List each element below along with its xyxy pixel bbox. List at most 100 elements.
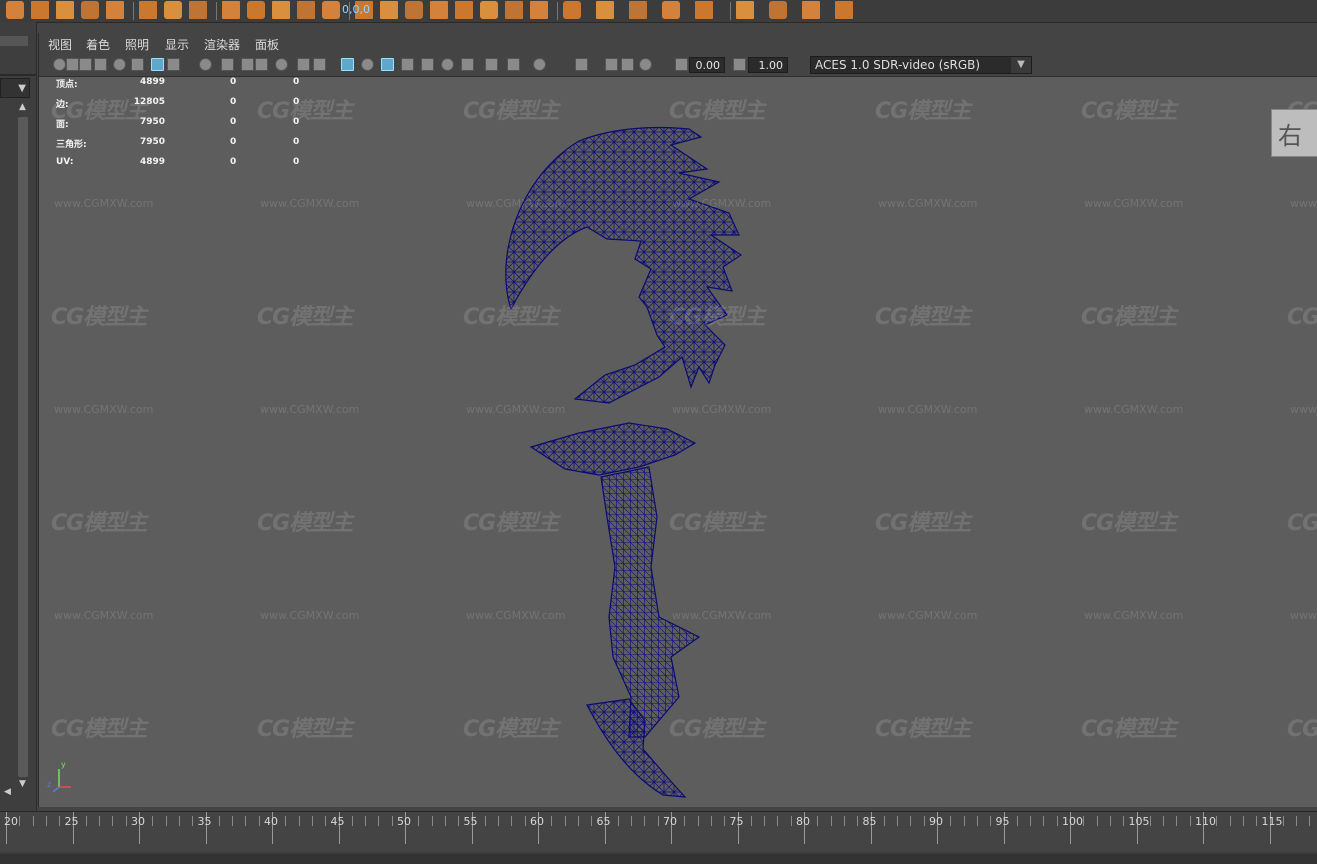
scroll-up-icon[interactable]: ▲ [19,102,26,112]
timeline-tick [684,816,686,826]
timeline-tick [99,816,101,826]
xray-joints-icon[interactable] [605,58,618,71]
crease-icon[interactable] [736,1,754,19]
grease-pencil-icon[interactable] [151,58,164,71]
timeline-tick [976,816,978,826]
timeline[interactable]: 20 25 30 35 40 45 50 55 60 65 70 75 80 85 90 95 100 105 11… [0,811,1317,864]
smooth-icon[interactable] [430,1,448,19]
image-plane-icon[interactable] [113,58,126,71]
film-gate-icon[interactable] [199,58,212,71]
menu-show[interactable]: 显示 [165,36,189,53]
safe-title-icon[interactable] [297,58,310,71]
grid-icon[interactable] [167,58,180,71]
extrude-icon[interactable] [272,1,290,19]
motion-blur-icon[interactable] [461,58,474,71]
select-object-icon[interactable] [222,1,240,19]
multicut-icon[interactable] [629,1,647,19]
strip-collapse-icon[interactable]: ◀ [4,787,11,797]
dof-icon[interactable] [507,58,520,71]
text-tool-icon[interactable] [56,1,74,19]
menu-view[interactable]: 视图 [48,36,72,53]
timeline-tick [192,816,194,826]
near-clip-field[interactable]: 0.00 [689,57,725,73]
timeline-tick [1229,816,1231,826]
mirror-icon[interactable] [380,1,398,19]
field-chart-icon[interactable] [255,58,268,71]
exposure-icon[interactable] [639,58,652,71]
watermark-url: www.CGMXW.com [54,403,154,416]
timeline-label: 60 [530,815,544,828]
strip-tab[interactable] [0,36,28,46]
watermark-url: www.CGMXW.com [1290,609,1317,622]
color-management-dropdown[interactable]: ACES 1.0 SDR-video (sRGB) ▼ [810,56,1032,74]
coordinate-icon[interactable] [189,1,207,19]
watermark-logo: CG模型主 [669,511,765,536]
resolution-gate-icon[interactable] [221,58,234,71]
far-clip-field[interactable]: 1.00 [748,57,788,73]
uv-icon[interactable] [835,1,853,19]
timeline-label: 70 [663,815,677,828]
guard-mesh [529,422,697,476]
gate-mask-icon[interactable] [241,58,254,71]
append-icon[interactable] [596,1,614,19]
timeline-tick [1030,816,1032,826]
bevel-icon[interactable] [247,1,265,19]
fill-hole-icon[interactable] [563,1,581,19]
cleanup-icon[interactable] [480,1,498,19]
shadows-icon[interactable] [421,58,434,71]
snap-icon[interactable] [139,1,157,19]
cm-toggle-icon[interactable] [733,58,746,71]
move-pivot-icon[interactable] [164,1,182,19]
watermark-logo: CG模型主 [51,511,147,536]
svg-icon[interactable] [81,1,99,19]
timeline-label: 80 [796,815,810,828]
time-ruler[interactable]: 20 25 30 35 40 45 50 55 60 65 70 75 80 85 90 95 100 105 11… [0,812,1317,852]
isolate-select-icon[interactable] [533,58,546,71]
timeline-tick [830,816,832,826]
triangulate-icon[interactable] [505,1,523,19]
reduce-icon[interactable] [455,1,473,19]
target-weld-icon[interactable] [662,1,680,19]
gamma-icon[interactable] [675,58,688,71]
boolean-icon[interactable] [405,1,423,19]
smooth-shade-icon[interactable] [341,58,354,71]
camera-select-icon[interactable] [53,58,66,71]
menu-lighting[interactable]: 照明 [125,36,149,53]
hud-vertices-uv: 0 [293,77,300,87]
backface-icon[interactable] [621,58,634,71]
screen-ao-icon[interactable] [441,58,454,71]
menu-panels[interactable]: 面板 [255,36,279,53]
camera-attr-icon[interactable] [66,58,79,71]
connect-icon[interactable] [695,1,713,19]
viewcube[interactable]: 右 [1271,109,1317,157]
layer-dropdown[interactable]: ▼ [0,78,30,98]
curve-icon[interactable] [31,1,49,19]
menu-renderer[interactable]: 渲染器 [204,36,240,53]
textured-icon[interactable] [381,58,394,71]
lighting-icon[interactable] [401,58,414,71]
watermark-url: www.CGMXW.com [1290,197,1317,210]
antialias-icon[interactable] [485,58,498,71]
safe-action-icon[interactable] [275,58,288,71]
timeline-label: 95 [995,815,1010,828]
uv-grid-icon[interactable] [106,1,124,19]
bevel-tool-icon[interactable] [769,1,787,19]
wireframe-on-shaded-icon[interactable] [361,58,374,71]
timeline-tick [1282,816,1284,826]
scroll-down-icon[interactable]: ▼ [19,779,26,789]
strip-scrollbar[interactable] [18,117,28,777]
wireframe-icon[interactable] [313,58,326,71]
3d-viewport[interactable]: 顶点: 4899 0 0 边: 12805 0 0 面: 7950 0 0 三角… [39,77,1317,842]
quadrangulate-icon[interactable] [530,1,548,19]
2d-pan-icon[interactable] [131,58,144,71]
timeline-tick [1189,816,1191,826]
menu-shading[interactable]: 着色 [86,36,110,53]
bookmark2-icon[interactable] [94,58,107,71]
poly-sphere-icon[interactable] [6,1,24,19]
bridge-icon[interactable] [297,1,315,19]
merge-icon[interactable] [802,1,820,19]
xray-icon[interactable] [575,58,588,71]
bookmark-icon[interactable] [79,58,92,71]
combine-icon[interactable] [322,1,340,19]
timeline-tick [577,816,579,826]
